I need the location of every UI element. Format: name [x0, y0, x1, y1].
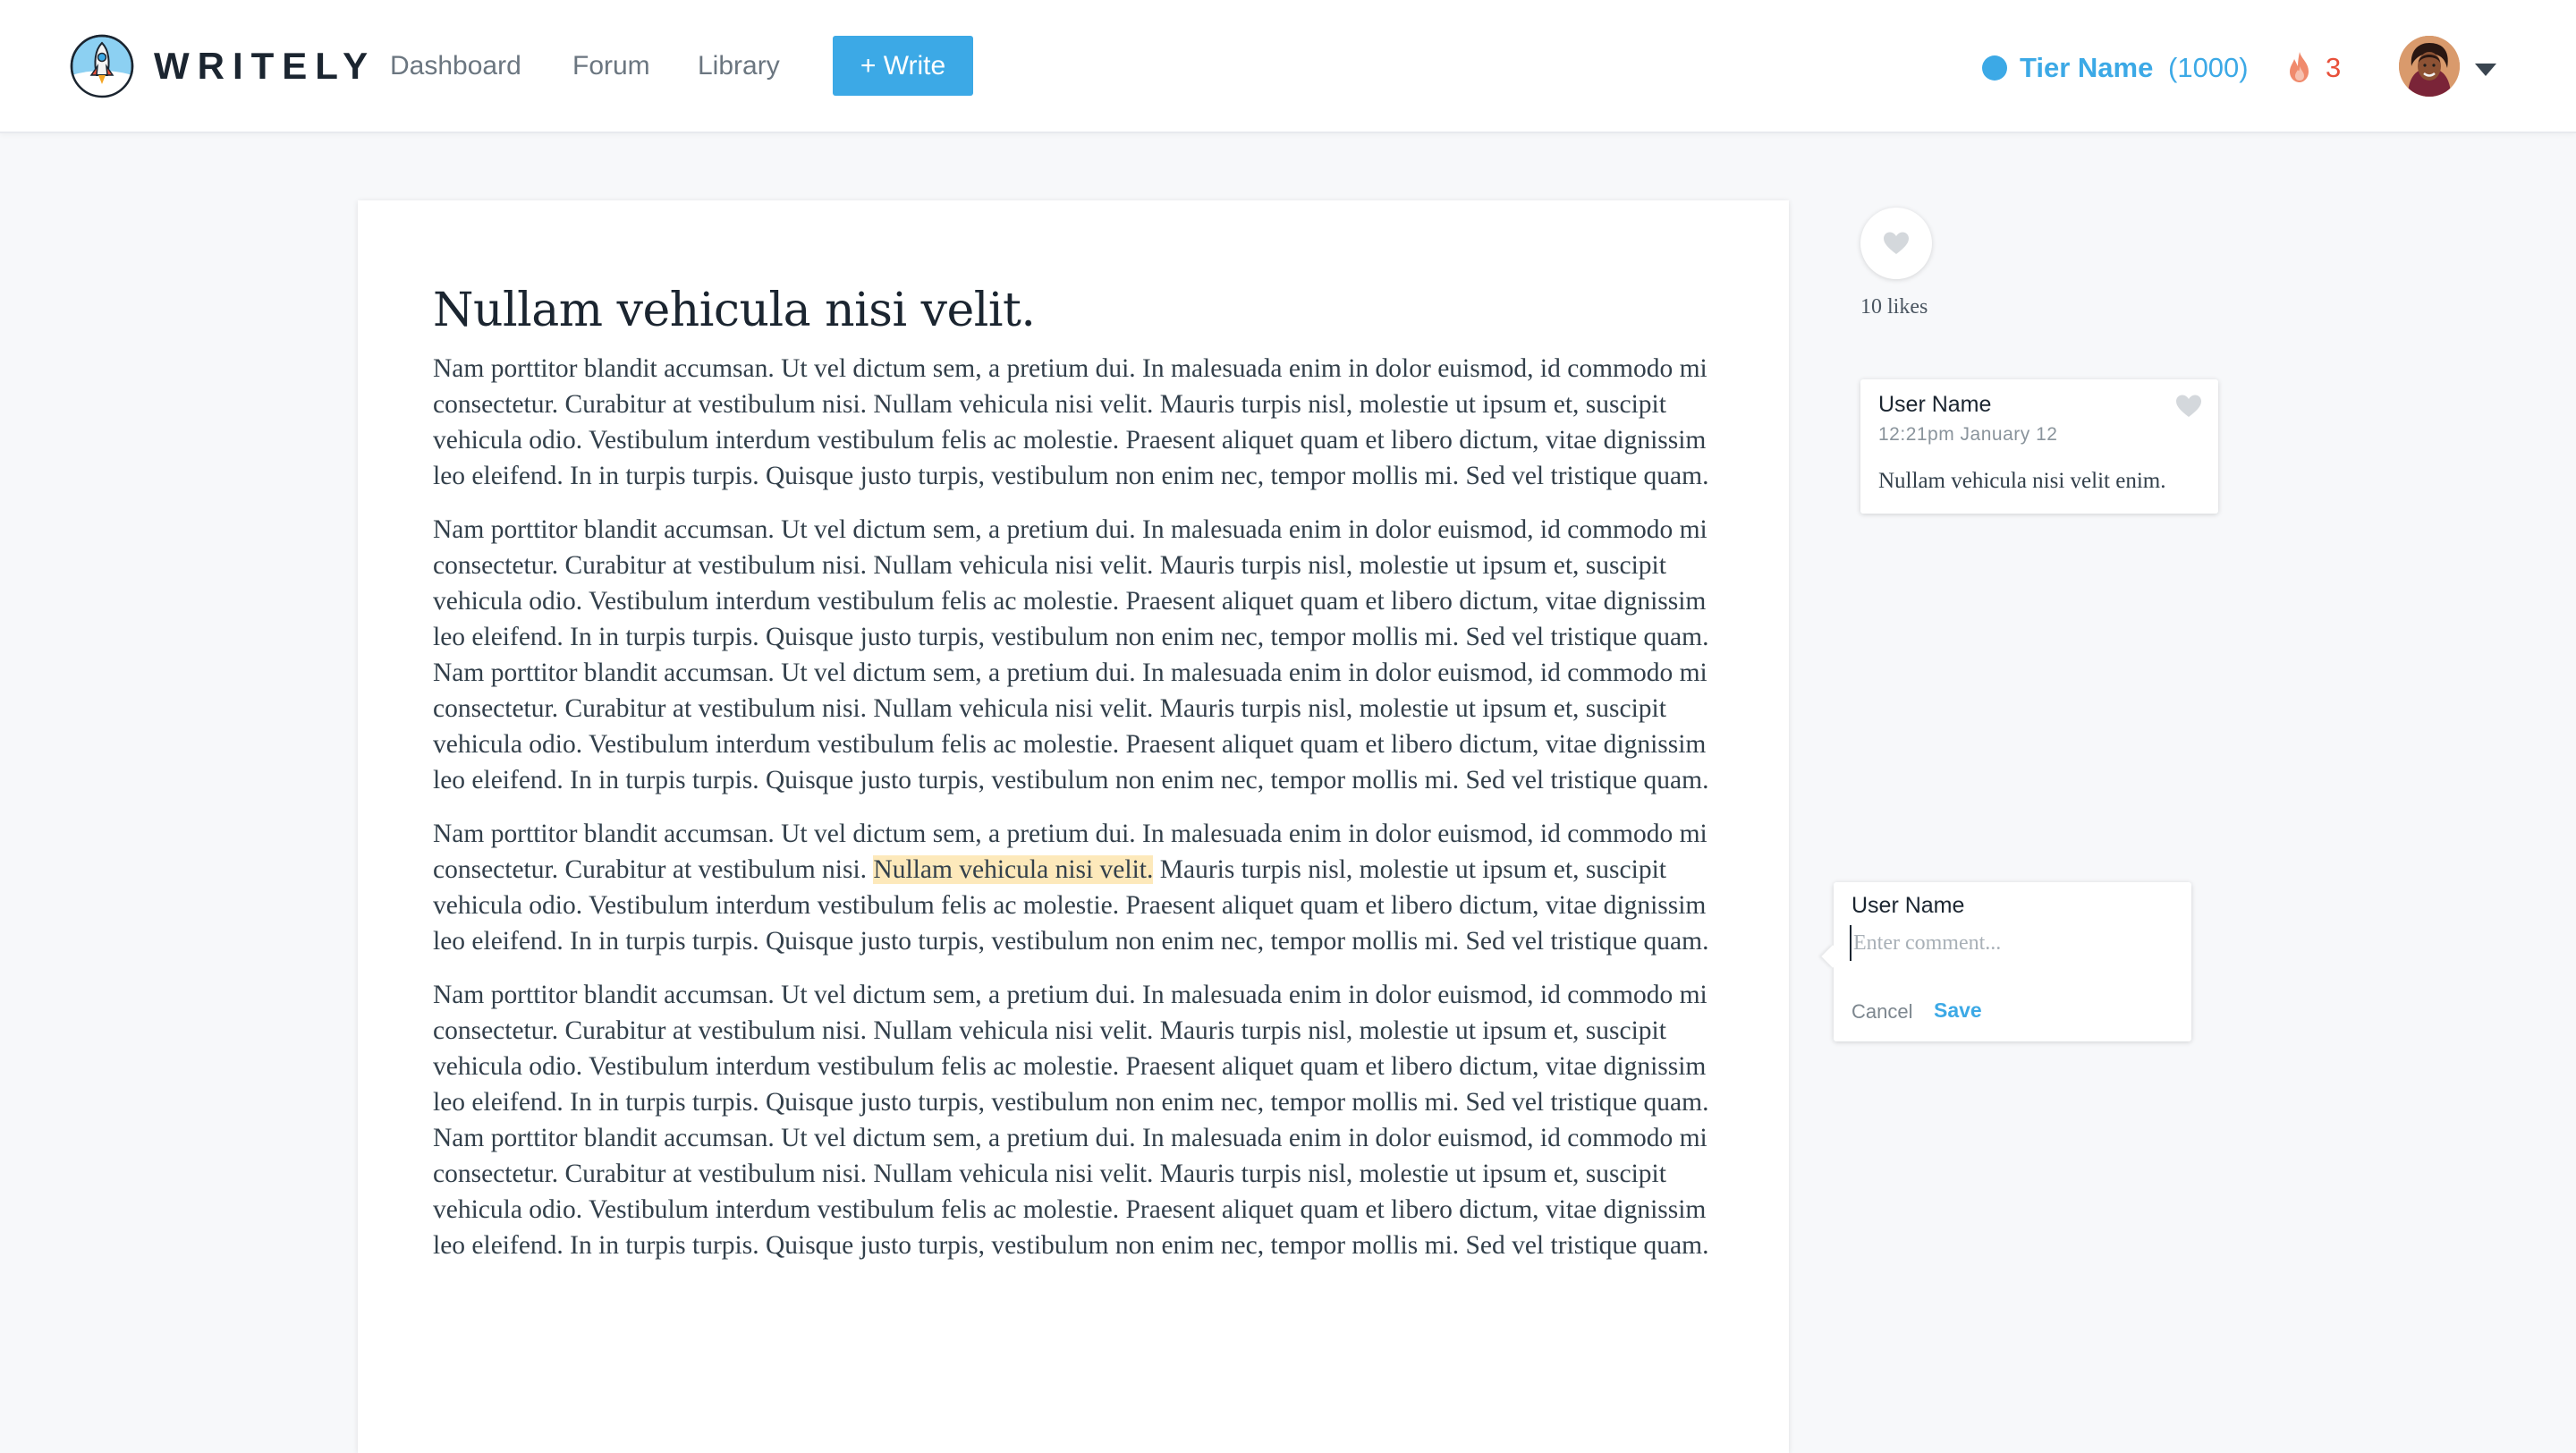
chevron-down-icon[interactable] — [2474, 63, 2497, 77]
comment-author: User Name — [1852, 893, 1965, 918]
likes-count: 10 likes — [1860, 295, 1928, 319]
popover-arrow — [1821, 945, 1844, 968]
article-paragraph[interactable]: Nam porttitor blandit accumsan. Ut vel d… — [433, 977, 1721, 1263]
nav-forum[interactable]: Forum — [572, 48, 650, 84]
write-button[interactable]: + Write — [833, 36, 973, 96]
user-avatar[interactable] — [2399, 36, 2460, 97]
article-paragraph[interactable]: Nam porttitor blandit accumsan. Ut vel d… — [433, 816, 1721, 959]
article-title: Nullam vehicula nisi velit. — [433, 284, 1036, 337]
save-button[interactable]: Save — [1934, 998, 1982, 1023]
heart-icon[interactable] — [2175, 394, 2202, 419]
nav-library[interactable]: Library — [698, 48, 780, 84]
highlighted-text[interactable]: Nullam vehicula nisi velit. — [873, 855, 1154, 884]
tier-name[interactable]: Tier Name — [2020, 49, 2153, 87]
article-paragraph[interactable]: Nam porttitor blandit accumsan. Ut vel d… — [433, 351, 1721, 494]
streak-count: 3 — [2326, 52, 2342, 83]
tier-dot-icon — [1982, 55, 2007, 81]
article-body: Nam porttitor blandit accumsan. Ut vel d… — [433, 351, 1721, 1281]
like-button[interactable] — [1860, 208, 1932, 279]
nav-dashboard[interactable]: Dashboard — [390, 48, 521, 84]
comment-author[interactable]: User Name — [1878, 392, 1991, 418]
tier-points: (1000) — [2168, 52, 2249, 83]
article-paragraph[interactable]: Nam porttitor blandit accumsan. Ut vel d… — [433, 512, 1721, 798]
heart-icon — [1884, 232, 1909, 254]
comment-input[interactable] — [1850, 925, 2175, 961]
comment-card: User Name 12:21pm January 12 Nullam vehi… — [1860, 379, 2218, 514]
comment-text: Nullam vehicula nisi velit enim. — [1878, 469, 2166, 493]
rocket-logo-icon[interactable] — [70, 34, 134, 98]
top-navbar: WRITELY Dashboard Forum Library + Write … — [0, 0, 2576, 133]
new-comment-card: User Name Cancel Save — [1821, 882, 2191, 1041]
flame-icon — [2290, 52, 2309, 82]
comment-timestamp: 12:21pm January 12 — [1878, 424, 2058, 445]
article-card: Nullam vehicula nisi velit. Nam porttito… — [358, 200, 1789, 1453]
brand-name[interactable]: WRITELY — [154, 43, 376, 89]
cancel-button[interactable]: Cancel — [1852, 1000, 1912, 1024]
